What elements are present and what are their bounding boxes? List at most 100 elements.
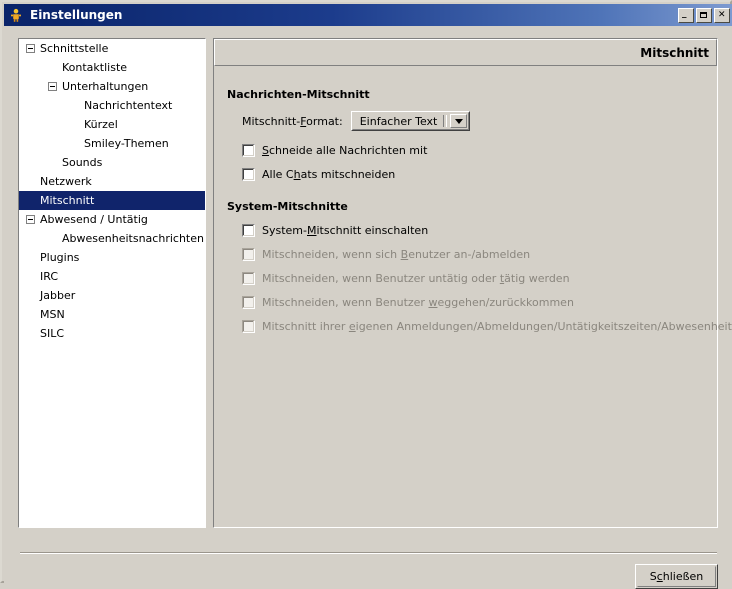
sidebar-item-label: MSN [40,308,65,321]
sidebar-item-kontaktliste[interactable]: Kontaktliste [19,58,205,77]
chevron-down-icon[interactable] [450,114,468,128]
checkbox-icon [242,248,255,261]
sidebar-item-label: Abwesend / Untätig [40,213,148,226]
checkbox-label: Alle Chats mitschneiden [262,168,395,181]
page-title: Mitschnitt [640,45,709,60]
close-button-label: Sc hließen [637,566,716,587]
sidebar-item-label: Smiley-Themen [84,137,169,150]
sidebar-item-label: Netzwerk [40,175,92,188]
checkbox-label-mnemonic: M [307,224,317,237]
sidebar-item-schnittstelle[interactable]: Schnittstelle [19,39,205,58]
sidebar-item-irc[interactable]: IRC [19,267,205,286]
checkbox-label-pre: Mitschnitt ihrer [262,320,349,333]
checkbox-label-pre: Mitschneiden, wenn Benutzer [262,296,429,309]
sidebar-item-label: IRC [40,270,59,283]
sidebar-item-label: Schnittstelle [40,42,109,55]
checkbox-row[interactable]: Alle Chats mitschneiden [242,168,717,181]
sidebar-item-label: Plugins [40,251,80,264]
close-button[interactable]: Sc hließen [635,564,718,589]
checkbox-label-mnemonic: e [348,320,356,333]
checkbox-label: System-Mitschnitt einschalten [262,224,428,237]
sidebar-item-smiley-themen[interactable]: Smiley-Themen [19,134,205,153]
checkbox-label-pre: Alle C [262,168,294,181]
sidebar-item-nachrichtentext[interactable]: Nachrichtentext [19,96,205,115]
checkbox-label-mnemonic: h [293,168,301,181]
checkbox-row: Mitschneiden, wenn Benutzer weggehen/zur… [242,296,717,309]
settings-section: System-Mitschnitte System-Mitschnitt eins… [227,200,732,333]
checkbox-label: Mitschnitt ihrer eigenen Anmeldungen/Abm… [262,320,732,333]
log-format-select-inner: Einfacher Text [351,112,470,130]
checkbox-label: Mitschneiden, wenn Benutzer weggehen/zur… [262,296,574,309]
footer-divider [20,552,717,554]
minimize-button[interactable] [678,7,694,23]
checkbox-label-post: igenen Anmeldungen/Abmeldungen/Untätigke… [355,320,732,333]
checkbox-row[interactable]: System-Mitschnitt einschalten [242,224,717,237]
checkbox-label-post: itschnitt einschalten [316,224,429,237]
window-title: Einstellungen [30,8,123,22]
sidebar-item-label: Nachrichtentext [84,99,173,112]
log-format-label-post: ormat: [306,114,343,128]
checkbox-row[interactable]: Schneide alle Nachrichten mit [242,144,717,157]
sidebar-item-label: Mitschnitt [40,194,95,207]
sidebar-item-abwesend-untatig[interactable]: Abwesend / Untätig [19,210,205,229]
checkbox-icon[interactable] [242,144,255,157]
sidebar-item-label: Abwesenheitsnachrichten [62,232,204,245]
log-format-row: Mitschnitt-Format: Einfacher Text [242,111,717,131]
log-format-label-pre: Mitschnitt- [242,114,301,128]
checkbox-label-post: chneide alle Nachrichten mit [268,144,428,157]
sidebar-item-abwesenheitsnachrichten[interactable]: Abwesenheitsnachrichten [19,229,205,248]
checkbox-label-pre: System- [262,224,307,237]
close-button-text-post: hließen [662,570,704,583]
section-title: System-Mitschnitte [227,200,348,213]
checkbox-label-post: enutzer an-/abmelden [408,248,531,261]
preferences-tree[interactable]: Schnittstelle Kontaktliste Unterhaltungen N… [18,38,206,528]
maximize-button[interactable] [696,7,712,23]
title-bar[interactable]: Einstellungen [4,4,732,26]
sidebar-item-mitschnitt[interactable]: Mitschnitt [19,191,205,210]
sidebar-item-label: SILC [40,327,65,340]
sidebar-item-label: Kürzel [84,118,118,131]
preferences-window: Einstellungen Schnittstelle Kontaktliste U… [0,0,732,589]
log-format-label: Mitschnitt-Format: [242,115,343,128]
close-window-button[interactable] [714,7,730,23]
checkbox-label: Mitschneiden, wenn Benutzer untätig oder… [262,272,570,285]
sidebar-item-label: Sounds [62,156,103,169]
checkbox-label-pre: Mitschneiden, wenn sich [262,248,401,261]
checkbox-row: Mitschneiden, wenn Benutzer untätig oder… [242,272,717,285]
checkbox-row: Mitschneiden, wenn sich Benutzer an-/abm… [242,248,717,261]
sidebar-item-kurzel[interactable]: Kürzel [19,115,205,134]
panel-body: Nachrichten-Mitschnitt Mitschnitt-Format:… [214,67,732,527]
sidebar-item-netzwerk[interactable]: Netzwerk [19,172,205,191]
sidebar-item-jabber[interactable]: Jabber [19,286,205,305]
preferences-detail-panel: Mitschnitt Nachrichten-Mitschnitt Mitschn… [213,38,732,528]
checkbox-label: Mitschneiden, wenn sich Benutzer an-/abm… [262,248,530,261]
sidebar-item-silc[interactable]: SILC [19,324,205,343]
sidebar-item-label: Jabber [40,289,76,302]
checkbox-label: Schneide alle Nachrichten mit [262,144,427,157]
collapse-minus-icon[interactable] [26,215,35,224]
checkbox-icon [242,296,255,309]
checkbox-label-post: ats mitschneiden [300,168,396,181]
checkbox-label-pre: Mitschneiden, wenn Benutzer untätig oder [262,272,500,285]
collapse-minus-icon[interactable] [48,82,57,91]
sidebar-item-label: Unterhaltungen [62,80,149,93]
checkbox-icon[interactable] [242,224,255,237]
checkbox-row: Mitschnitt ihrer eigenen Anmeldungen/Abm… [242,320,732,333]
collapse-minus-icon[interactable] [26,44,35,53]
checkbox-label-mnemonic: S [262,144,269,157]
sidebar-item-plugins[interactable]: Plugins [19,248,205,267]
panel-header: Mitschnitt [214,39,717,66]
close-button-text-pre: S [649,570,657,583]
sidebar-item-unterhaltungen[interactable]: Unterhaltungen [19,77,205,96]
buddy-person-icon [7,6,25,24]
settings-section: Nachrichten-Mitschnitt Mitschnitt-Format:… [227,88,717,181]
sidebar-item-msn[interactable]: MSN [19,305,205,324]
checkbox-label-post: ätig werden [504,272,570,285]
sidebar-item-label: Kontaktliste [62,61,128,74]
checkbox-icon [242,272,255,285]
checkbox-icon[interactable] [242,168,255,181]
combo-separator [443,115,448,127]
log-format-select[interactable]: Einfacher Text [350,111,471,131]
checkbox-icon [242,320,255,333]
sidebar-item-sounds[interactable]: Sounds [19,153,205,172]
